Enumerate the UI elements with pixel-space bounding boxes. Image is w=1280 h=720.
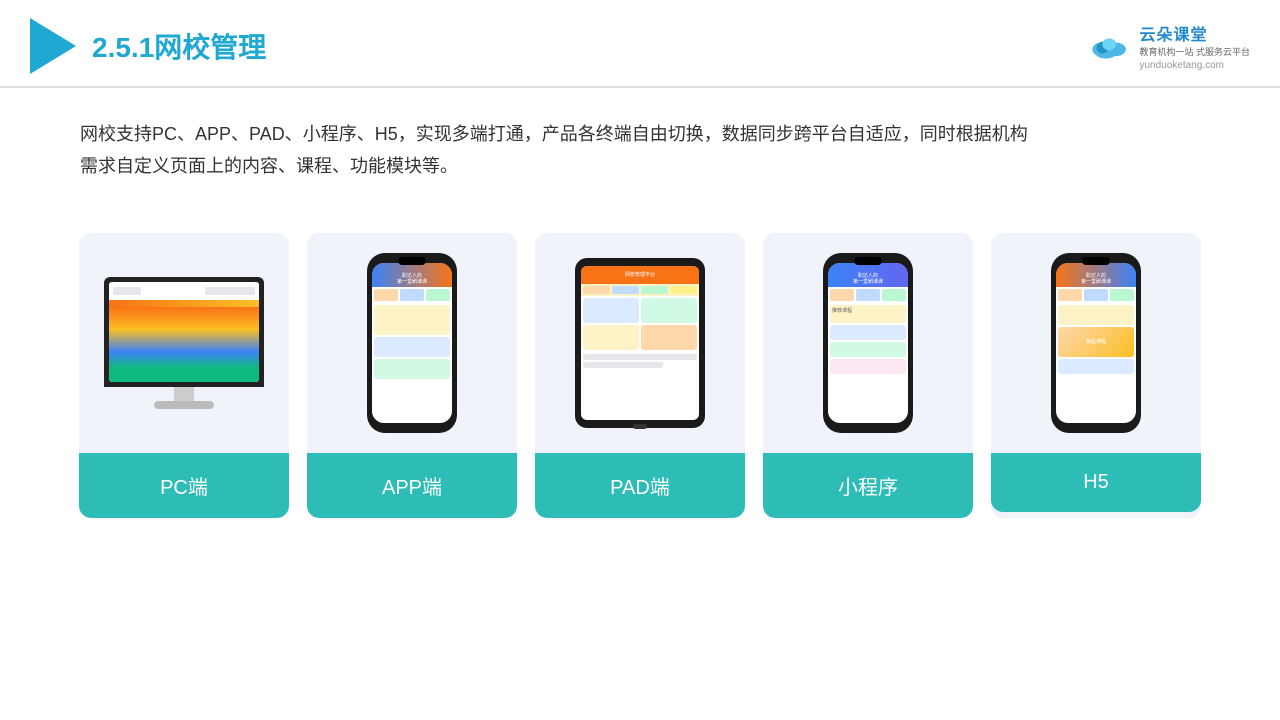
brand-url: yunduoketang.com [1139,60,1224,71]
description-text-2: 需求自定义页面上的内容、课程、功能模块等。 [80,150,1200,182]
brand-name: 云朵课堂 [1139,21,1207,45]
card-pad: 网校管理平台 [535,233,745,518]
cloud-icon [1089,32,1131,60]
card-pc-image: 职达人的第一堂刷课课 [79,233,289,453]
card-app: 职达人的第一堂刷课课 APP端 [307,233,517,518]
card-app-image: 职达人的第一堂刷课课 [307,233,517,453]
title-main: 网校管理 [154,32,266,63]
card-pad-label: PAD端 [535,453,745,518]
header-left: 2.5.1网校管理 [30,18,266,74]
description-area: 网校支持PC、APP、PAD、小程序、H5，实现多端打通，产品各终端自由切换，数… [0,88,1280,193]
miniapp-phone-screen: 职达人的第一堂刷课课 推荐课程 [828,263,908,423]
card-h5-label: H5 [991,453,1201,512]
pad-tablet-screen: 网校管理平台 [581,266,699,420]
monitor-screen: 职达人的第一堂刷课课 [109,282,259,382]
monitor-base [154,401,214,409]
page-header: 2.5.1网校管理 云朵课堂 教育机构一站 式服务云平台 yunduoketan… [0,0,1280,88]
tablet-home-btn [633,424,647,429]
brand-tagline: 教育机构一站 式服务云平台 [1139,45,1250,58]
brand-logo-area: 云朵课堂 教育机构一站 式服务云平台 yunduoketang.com [1089,21,1250,71]
description-text-1: 网校支持PC、APP、PAD、小程序、H5，实现多端打通，产品各终端自由切换，数… [80,118,1200,150]
app-phone-screen: 职达人的第一堂刷课课 [372,263,452,423]
tagline-line1: 教育机构一站 [1139,47,1193,57]
card-miniapp-image: 职达人的第一堂刷课课 推荐课程 [763,233,973,453]
brand-logo: 云朵课堂 教育机构一站 式服务云平台 yunduoketang.com [1089,21,1250,71]
monitor-stand [174,387,194,401]
card-pad-image: 网校管理平台 [535,233,745,453]
card-pc: 职达人的第一堂刷课课 [79,233,289,518]
card-pc-label: PC端 [79,453,289,518]
cards-section: 职达人的第一堂刷课课 [0,203,1280,518]
h5-phone-notch [1082,257,1110,265]
h5-phone-icon: 职达人的第一堂刷课课 精品课程 [1051,253,1141,433]
tagline-line2: 式服务云平台 [1196,47,1250,57]
card-app-label: APP端 [307,453,517,518]
card-miniapp: 职达人的第一堂刷课课 推荐课程 小程序 [763,233,973,518]
monitor-frame: 职达人的第一堂刷课课 [104,277,264,387]
card-h5-image: 职达人的第一堂刷课课 精品课程 [991,233,1201,453]
pad-tablet-icon: 网校管理平台 [575,258,705,428]
app-phone-icon: 职达人的第一堂刷课课 [367,253,457,433]
title-prefix: 2.5.1 [92,32,154,63]
page-title: 2.5.1网校管理 [92,26,266,66]
card-h5: 职达人的第一堂刷课课 精品课程 [991,233,1201,518]
pc-monitor-icon: 职达人的第一堂刷课课 [104,277,264,409]
brand-text: 云朵课堂 教育机构一站 式服务云平台 yunduoketang.com [1139,21,1250,71]
miniapp-phone-icon: 职达人的第一堂刷课课 推荐课程 [823,253,913,433]
h5-phone-screen: 职达人的第一堂刷课课 精品课程 [1056,263,1136,423]
miniapp-phone-notch [854,257,882,265]
phone-notch [398,257,426,265]
logo-triangle-icon [30,18,76,74]
card-miniapp-label: 小程序 [763,453,973,518]
